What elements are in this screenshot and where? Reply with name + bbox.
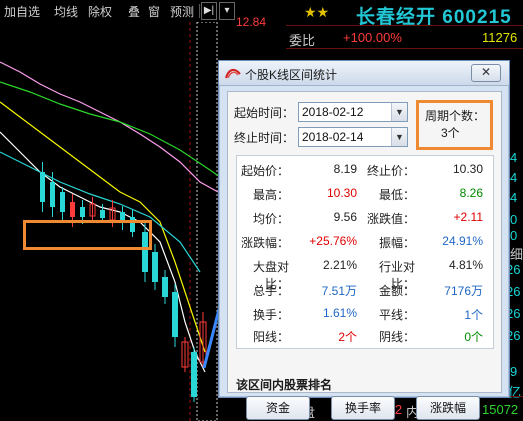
amount-value: 7176万	[444, 284, 483, 298]
start-time-select[interactable]: 2018-02-12 ▼	[298, 102, 408, 122]
end-time-value: 2018-02-14	[302, 130, 364, 144]
webi-right: 11276	[482, 30, 518, 45]
period-count-label: 周期个数：	[425, 109, 486, 123]
market-compare-value: 2.21%	[322, 258, 357, 272]
side-value: 0	[510, 212, 518, 227]
pct-change-value: +25.76%	[309, 234, 357, 248]
ma-button[interactable]: 均线	[54, 3, 78, 20]
change-label: 涨跌值：	[366, 212, 415, 226]
start-time-value: 2018-02-12	[302, 105, 364, 119]
interval-stats-dialog: 个股K线区间统计 ✕ 起始时间： 2018-02-12 ▼ 终止时间： 2018…	[218, 60, 510, 420]
side-value: 细	[510, 247, 523, 262]
period-count-value: 3个	[441, 126, 460, 140]
down-count-value: 0个	[464, 330, 483, 344]
amplitude-label: 振幅：	[378, 236, 415, 250]
side-value: 4	[510, 150, 518, 165]
up-count-label: 阳线：	[252, 330, 289, 344]
end-price-label: 终止价：	[366, 164, 415, 178]
app-icon	[225, 68, 241, 79]
down-count-label: 阴线：	[378, 330, 415, 344]
chevron-down-icon[interactable]: ▼	[391, 128, 407, 146]
start-time-label: 起始时间：	[234, 106, 295, 120]
change-value: +2.11	[453, 210, 483, 224]
flat-count-label: 平线：	[378, 308, 415, 322]
dialog-title: 个股K线区间统计	[245, 68, 338, 82]
end-price-value: 10.30	[452, 162, 483, 176]
low-label: 最低：	[378, 188, 415, 202]
webi-label: 委比	[289, 33, 316, 48]
end-time-select[interactable]: 2018-02-14 ▼	[298, 127, 408, 147]
add-watchlist-button[interactable]: 加自选	[4, 3, 40, 20]
period-count-box: 周期个数： 3个	[416, 100, 493, 150]
rank-change-button[interactable]: 涨跌幅	[416, 396, 480, 420]
rank-turnover-button[interactable]: 换手率	[331, 396, 395, 420]
ranking-label: 该区间内股票排名	[236, 378, 333, 392]
price-marker: 12.84	[236, 15, 267, 29]
forecast-button[interactable]: 预测	[170, 3, 194, 20]
close-button[interactable]: ✕	[471, 64, 501, 82]
side-value: 0	[510, 228, 518, 243]
start-price-value: 8.19	[333, 162, 357, 176]
favorite-stars-icon[interactable]: ★★	[304, 4, 329, 21]
start-price-label: 起始价：	[240, 164, 289, 178]
amplitude-value: 24.91%	[442, 234, 483, 248]
industry-compare-value: 4.81%	[448, 258, 483, 272]
side-value: 9	[510, 364, 518, 379]
high-value: 10.30	[326, 186, 357, 200]
chevron-down-icon[interactable]: ▾	[219, 2, 235, 20]
highlight-box	[23, 220, 152, 250]
avg-price-label: 均价：	[252, 212, 289, 226]
dialog-body: 起始时间： 2018-02-12 ▼ 终止时间： 2018-02-14 ▼ 周期…	[227, 91, 502, 420]
step-icon[interactable]: ▶|	[201, 2, 217, 20]
volume-label: 总手：	[252, 284, 289, 298]
chart-toolbar: 加自选 均线 除权 叠 窗 预测 ▶| ▾	[0, 0, 236, 22]
overlay-button[interactable]: 叠	[128, 3, 140, 20]
up-count-value: 2个	[338, 330, 357, 344]
turnover-label: 换手：	[252, 308, 289, 322]
low-value: 8.26	[459, 186, 483, 200]
high-label: 最高：	[252, 188, 289, 202]
stats-table: 起始价： 8.19 终止价： 10.30 最高： 10.30 最低： 8.26 …	[236, 155, 494, 349]
avg-price-value: 9.56	[333, 210, 357, 224]
dialog-titlebar[interactable]: 个股K线区间统计 ✕	[219, 61, 509, 86]
volume-value: 7.51万	[321, 284, 357, 298]
flat-count-value: 1个	[464, 308, 483, 322]
end-time-label: 终止时间：	[234, 131, 295, 145]
turnover-value: 1.61%	[322, 306, 357, 320]
exright-button[interactable]: 除权	[88, 3, 112, 20]
side-value: 4	[510, 190, 518, 205]
side-value: 4	[510, 170, 518, 185]
chevron-down-icon[interactable]: ▼	[391, 103, 407, 121]
amount-label: 金额：	[378, 284, 415, 298]
window-button[interactable]: 窗	[148, 3, 160, 20]
rank-capital-button[interactable]: 资金	[246, 396, 310, 420]
pct-change-label: 涨跌幅：	[240, 236, 289, 250]
webi-value: +100.00%	[343, 30, 402, 45]
inner-value: 15072	[482, 402, 519, 417]
